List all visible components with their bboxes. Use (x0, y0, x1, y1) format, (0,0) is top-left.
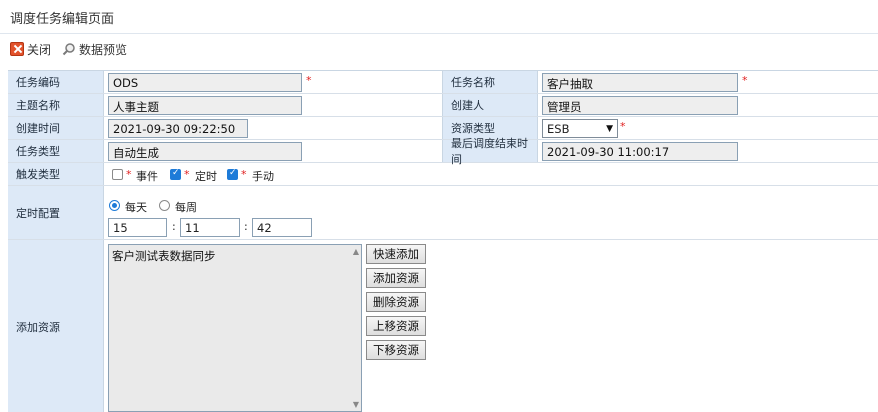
add-resource-button[interactable]: 添加资源 (366, 268, 426, 288)
close-label: 关闭 (27, 42, 52, 57)
checkbox-timed-label: 定时 (195, 170, 217, 183)
close-button[interactable]: 关闭 (10, 40, 51, 58)
creator-field[interactable]: 管理员 (542, 96, 738, 115)
radio-daily[interactable] (109, 200, 120, 211)
toolbar: 关闭 数据预览 (0, 36, 878, 62)
required-mark: * (742, 74, 748, 87)
data-preview-label: 数据预览 (79, 42, 128, 57)
form-row: 任务编码 ODS * 任务名称 客户抽取 * (8, 71, 878, 94)
create-time-field[interactable]: 2021-09-30 09:22:50 (108, 119, 248, 138)
form-row: 定时配置 每天 每周 15 : 11 : 42 (8, 186, 878, 240)
resource-type-select[interactable]: ESB ▼ (542, 119, 618, 138)
checkbox-manual-label: 手动 (252, 170, 274, 183)
required-mark: * (306, 74, 312, 87)
topic-name-label: 主题名称 (8, 94, 104, 116)
task-name-field[interactable]: 客户抽取 (542, 73, 738, 92)
data-preview-button[interactable]: 数据预览 (62, 40, 127, 58)
required-mark: * (620, 120, 626, 133)
trigger-type-label: 触发类型 (8, 163, 104, 185)
form-row: 主题名称 人事主题 创建人 管理员 (8, 94, 878, 117)
task-code-label: 任务编码 (8, 71, 104, 93)
radio-weekly-label: 每周 (175, 201, 197, 214)
checkbox-event-label: 事件 (136, 170, 158, 183)
close-icon (10, 42, 24, 56)
required-mark: * (184, 168, 190, 181)
topic-name-field[interactable]: 人事主题 (108, 96, 302, 115)
page-header: 调度任务编辑页面 (0, 0, 878, 34)
radio-weekly[interactable] (159, 200, 170, 211)
move-down-resource-button[interactable]: 下移资源 (366, 340, 426, 360)
add-resource-label: 添加资源 (8, 240, 104, 412)
minute-input[interactable]: 11 (180, 218, 240, 237)
scroll-up-icon[interactable]: ▲ (353, 247, 359, 256)
checkbox-event[interactable] (112, 169, 123, 180)
last-end-time-field[interactable]: 2021-09-30 11:00:17 (542, 142, 738, 161)
checkbox-timed[interactable] (170, 168, 181, 180)
schedule-label: 定时配置 (8, 186, 104, 239)
form-row: 触发类型 * 事件 * 定时 * 手动 (8, 163, 878, 186)
search-icon (62, 43, 75, 56)
move-up-resource-button[interactable]: 上移资源 (366, 316, 426, 336)
task-type-label: 任务类型 (8, 140, 104, 162)
form-row: 任务类型 自动生成 最后调度结束时间 2021-09-30 11:00:17 (8, 137, 878, 166)
required-mark: * (126, 168, 132, 181)
radio-daily-label: 每天 (125, 201, 147, 214)
second-input[interactable]: 42 (252, 218, 312, 237)
page-title: 调度任务编辑页面 (10, 12, 115, 27)
required-mark: * (241, 168, 247, 181)
list-item[interactable]: 客户测试表数据同步 (112, 248, 216, 264)
delete-resource-button[interactable]: 删除资源 (366, 292, 426, 312)
form-row: 创建时间 2021-09-30 09:22:50 资源类型 ESB ▼ * (8, 117, 878, 140)
task-name-label: 任务名称 (442, 71, 538, 93)
time-separator: : (244, 220, 248, 233)
quick-add-button[interactable]: 快速添加 (366, 244, 426, 264)
hour-input[interactable]: 15 (108, 218, 167, 237)
time-separator: : (172, 220, 176, 233)
last-end-time-label: 最后调度结束时间 (442, 137, 538, 166)
creator-label: 创建人 (442, 94, 538, 116)
task-form: 任务编码 ODS * 任务名称 客户抽取 * 主题名称 人事主题 创建人 管理员… (8, 70, 878, 412)
form-row: 添加资源 客户测试表数据同步 ▲ ▼ 快速添加 添加资源 删除资源 上移资源 下… (8, 240, 878, 412)
resource-type-value: ESB (547, 121, 570, 136)
create-time-label: 创建时间 (8, 117, 104, 139)
task-code-field[interactable]: ODS (108, 73, 302, 92)
checkbox-manual[interactable] (227, 168, 238, 180)
scroll-down-icon[interactable]: ▼ (353, 400, 359, 409)
resource-list[interactable]: 客户测试表数据同步 ▲ ▼ (108, 244, 362, 412)
chevron-down-icon: ▼ (606, 123, 613, 134)
task-type-field[interactable]: 自动生成 (108, 142, 302, 161)
